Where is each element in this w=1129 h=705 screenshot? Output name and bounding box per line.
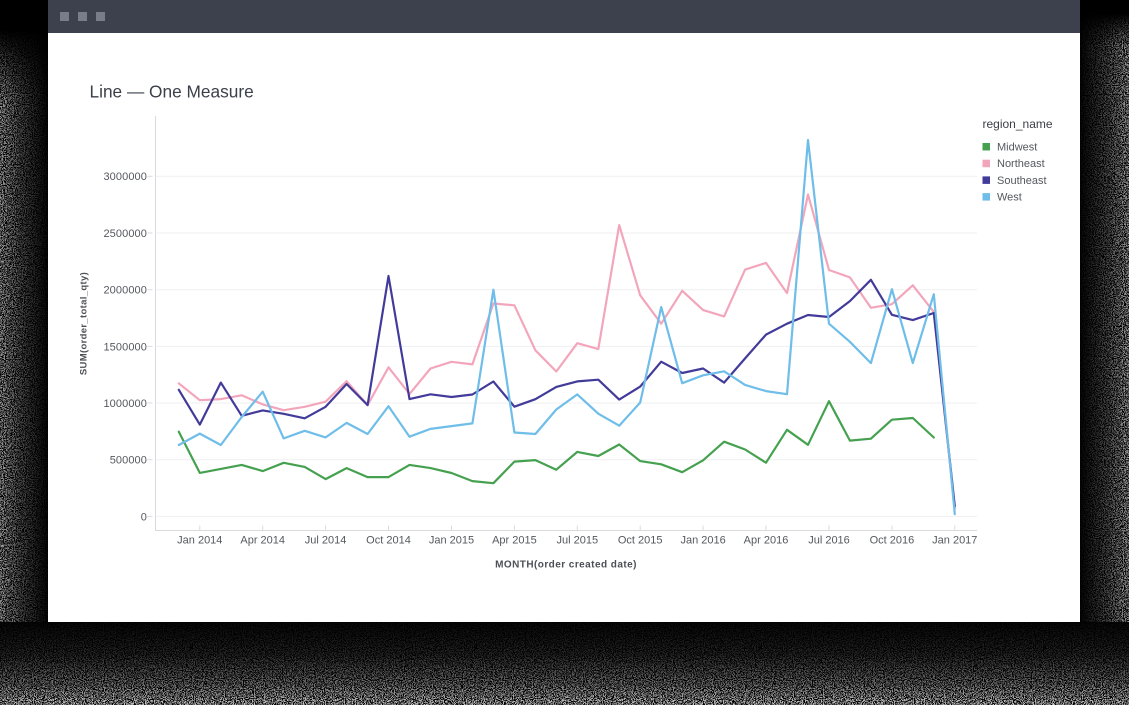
svg-text:1000000: 1000000 xyxy=(103,398,147,410)
svg-text:Jul 2016: Jul 2016 xyxy=(808,535,850,547)
svg-text:Jul 2015: Jul 2015 xyxy=(557,535,599,547)
svg-text:500000: 500000 xyxy=(110,455,147,467)
svg-text:region_name: region_name xyxy=(983,117,1053,131)
svg-text:Oct 2015: Oct 2015 xyxy=(618,535,663,547)
svg-text:0: 0 xyxy=(141,511,147,523)
svg-text:Oct 2014: Oct 2014 xyxy=(366,535,411,547)
svg-text:Apr 2015: Apr 2015 xyxy=(492,535,537,547)
svg-text:Oct 2016: Oct 2016 xyxy=(870,535,915,547)
svg-text:Line — One Measure: Line — One Measure xyxy=(90,81,254,101)
svg-text:MONTH(order created date): MONTH(order created date) xyxy=(495,560,637,571)
svg-text:Midwest: Midwest xyxy=(997,142,1037,154)
svg-text:2500000: 2500000 xyxy=(103,228,147,240)
svg-text:West: West xyxy=(997,192,1022,204)
svg-text:1500000: 1500000 xyxy=(103,341,147,353)
svg-text:Jan 2017: Jan 2017 xyxy=(932,535,977,547)
svg-text:SUM(order_total_qty): SUM(order_total_qty) xyxy=(79,272,90,375)
svg-text:3000000: 3000000 xyxy=(103,171,147,183)
svg-text:Northeast: Northeast xyxy=(997,158,1045,170)
svg-text:2000000: 2000000 xyxy=(103,285,147,297)
svg-text:Jan 2016: Jan 2016 xyxy=(680,535,725,547)
svg-text:Apr 2016: Apr 2016 xyxy=(744,535,789,547)
svg-text:Apr 2014: Apr 2014 xyxy=(240,535,285,547)
svg-text:Southeast: Southeast xyxy=(997,175,1047,187)
svg-text:Jan 2014: Jan 2014 xyxy=(177,535,222,547)
svg-text:Jan 2015: Jan 2015 xyxy=(429,535,474,547)
svg-text:Jul 2014: Jul 2014 xyxy=(305,535,347,547)
